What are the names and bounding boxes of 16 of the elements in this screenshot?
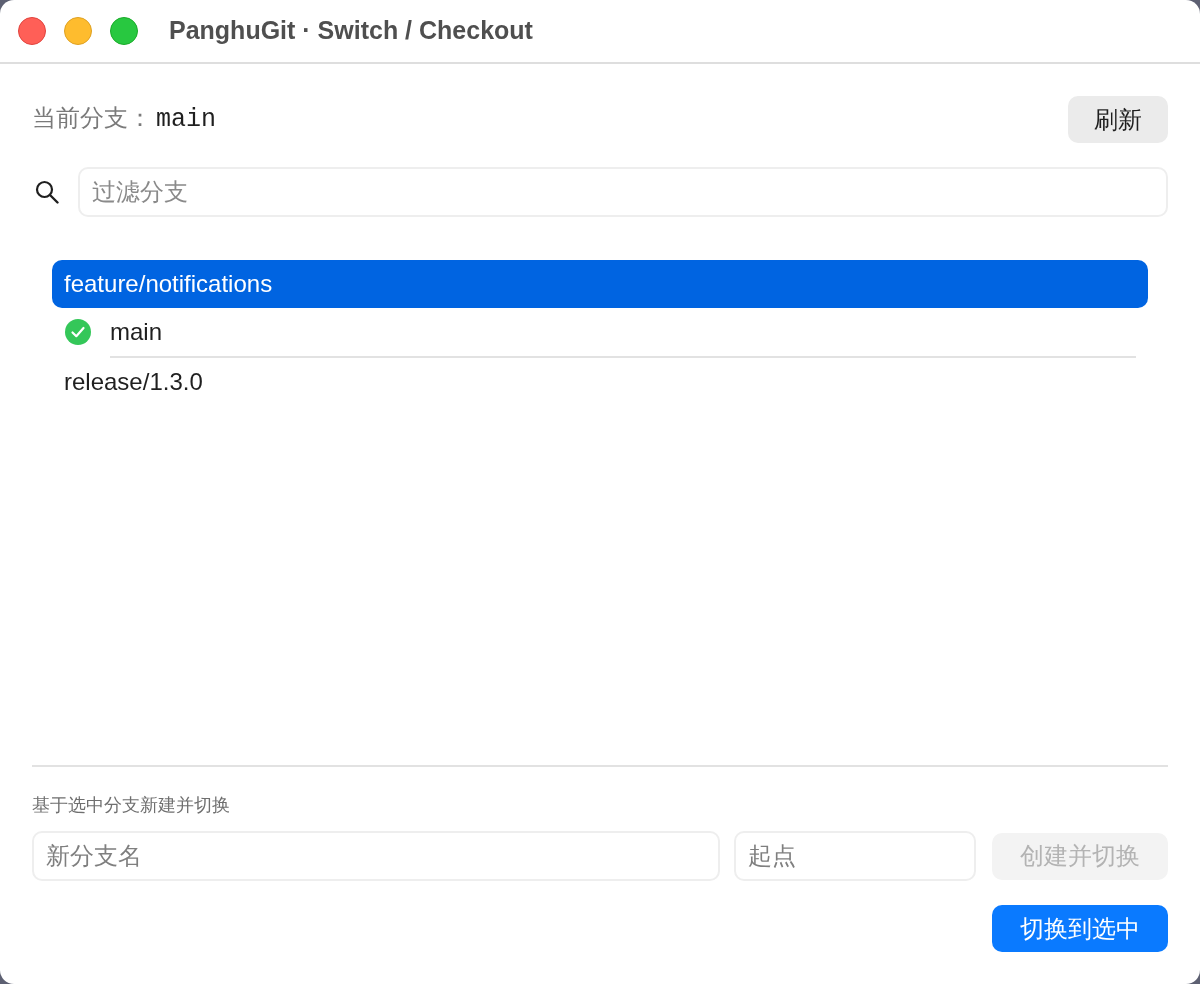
maximize-icon[interactable] — [110, 17, 138, 45]
branch-item[interactable]: feature/notifications — [52, 260, 1148, 308]
window-title: PanghuGit · Switch / Checkout — [169, 15, 533, 47]
close-icon[interactable] — [18, 17, 46, 45]
filter-field[interactable]: 过滤分支 — [78, 167, 1168, 217]
current-branch-name: main — [156, 104, 216, 137]
search-icon — [35, 180, 59, 204]
new-branch-name-field[interactable]: 新分支名 — [32, 831, 720, 881]
switch-to-selected-button[interactable]: 切换到选中 — [992, 905, 1168, 952]
start-point-field[interactable]: 起点 — [734, 831, 976, 881]
current-branch-label: 当前分支： — [32, 103, 152, 134]
create-section-label: 基于选中分支新建并切换 — [32, 794, 231, 817]
branch-item[interactable]: main — [52, 308, 1148, 356]
minimize-icon[interactable] — [64, 17, 92, 45]
branch-item[interactable]: release/1.3.0 — [52, 358, 1148, 406]
refresh-button[interactable]: 刷新 — [1068, 96, 1168, 143]
